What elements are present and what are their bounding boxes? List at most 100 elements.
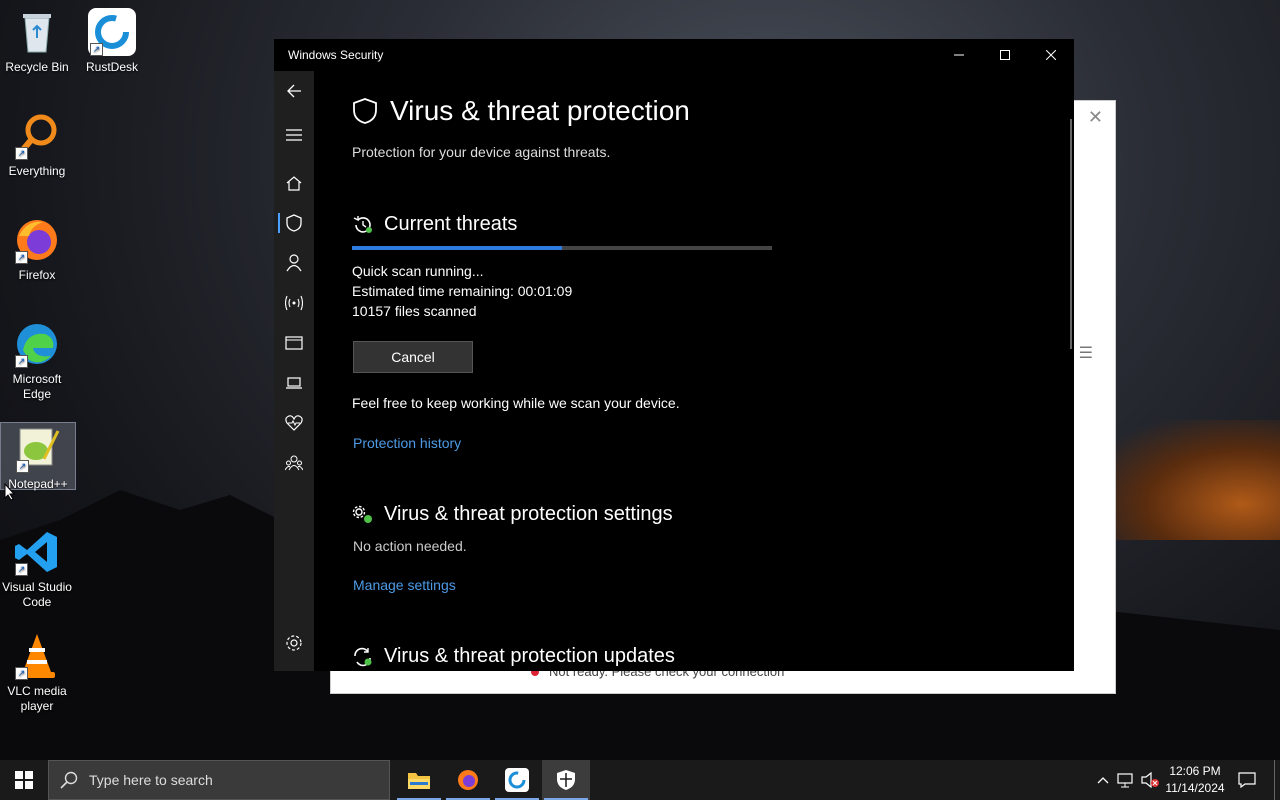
sidebar-item-device-health[interactable]: [274, 405, 314, 441]
close-button[interactable]: [1028, 39, 1074, 71]
vlc-icon: ↗: [13, 632, 61, 680]
desktop-icon-recycle-bin[interactable]: Recycle Bin: [0, 8, 74, 75]
settings-gears-icon: [352, 505, 372, 523]
scan-info-text: Feel free to keep working while we scan …: [352, 395, 680, 411]
laptop-icon: [286, 377, 302, 389]
settings-heading: Virus & threat protection settings: [352, 503, 673, 526]
taskbar-file-explorer[interactable]: [395, 760, 443, 800]
protection-history-link[interactable]: Protection history: [353, 435, 461, 451]
files-scanned-count: 10157: [352, 303, 391, 319]
updates-heading: Virus & threat protection updates: [352, 645, 675, 668]
action-center-button[interactable]: [1234, 760, 1260, 800]
mouse-cursor-icon: [4, 483, 16, 501]
tray-network-button[interactable]: [1116, 760, 1136, 800]
sidebar-item-account[interactable]: [274, 245, 314, 281]
desktop-icon-firefox[interactable]: ↗ Firefox: [0, 216, 74, 283]
sidebar-item-family[interactable]: [274, 445, 314, 481]
settings-status: No action needed.: [353, 538, 467, 554]
minimize-icon: [954, 54, 964, 56]
desktop-icon-rustdesk[interactable]: ↗ RustDesk: [75, 8, 149, 75]
browser-window-icon: [285, 336, 303, 350]
sidebar-item-firewall[interactable]: [274, 285, 314, 321]
hamburger-icon: [286, 129, 302, 141]
title-bar[interactable]: Windows Security: [274, 39, 1074, 71]
files-scanned: 10157 files scanned: [352, 303, 477, 319]
search-icon: [49, 771, 89, 789]
desktop-icon-label: Notepad++: [8, 477, 68, 491]
gear-icon: [286, 635, 302, 651]
recycle-bin-icon: [13, 8, 61, 56]
menu-icon[interactable]: ☰: [1079, 343, 1093, 363]
desktop-icon-label: Visual Studio Code: [2, 580, 72, 609]
desktop-icon-label: VLC media player: [7, 684, 67, 713]
tray-overflow-button[interactable]: [1094, 760, 1112, 800]
taskbar-firefox[interactable]: [444, 760, 492, 800]
sidebar-item-settings[interactable]: [274, 625, 314, 661]
notepad-plus-plus-icon: ↗: [14, 425, 62, 473]
window-title: Windows Security: [288, 48, 384, 62]
shortcut-arrow-icon: ↗: [15, 563, 28, 576]
shortcut-arrow-icon: ↗: [15, 147, 28, 160]
desktop-icon-vscode[interactable]: ↗ Visual Studio Code: [0, 528, 74, 610]
desktop-icon-label: Recycle Bin: [5, 60, 69, 74]
scrollbar[interactable]: [1070, 119, 1072, 349]
desktop-icon-edge[interactable]: ↗ Microsoft Edge: [0, 320, 74, 402]
back-button[interactable]: [274, 73, 314, 109]
clock-date: 11/14/2024: [1165, 781, 1225, 795]
back-arrow-icon: [287, 84, 301, 98]
shortcut-arrow-icon: ↗: [15, 251, 28, 264]
maximize-button[interactable]: [982, 39, 1028, 71]
taskbar-search-box[interactable]: Type here to search: [48, 760, 390, 800]
close-icon: [1046, 50, 1056, 60]
desktop-icon-label: RustDesk: [85, 60, 138, 74]
shield-icon: [557, 770, 575, 790]
scan-progress-fill: [352, 246, 562, 250]
vscode-icon: ↗: [13, 528, 61, 576]
maximize-icon: [1000, 50, 1010, 60]
history-clock-icon: [353, 215, 372, 233]
time-remaining: Estimated time remaining: 00:01:09: [352, 283, 573, 299]
chevron-up-icon: [1097, 777, 1109, 784]
show-desktop-button[interactable]: [1274, 760, 1280, 800]
sidebar-item-app-browser[interactable]: [274, 325, 314, 361]
shield-icon: [353, 98, 377, 124]
manage-settings-link[interactable]: Manage settings: [353, 577, 456, 593]
shortcut-arrow-icon: ↗: [15, 355, 28, 368]
heart-health-icon: [285, 415, 303, 431]
volume-muted-icon: [1141, 772, 1159, 788]
cancel-button[interactable]: Cancel: [353, 341, 473, 373]
notification-icon: [1238, 772, 1256, 788]
desktop-icon-vlc[interactable]: ↗ VLC media player: [0, 632, 74, 714]
shortcut-arrow-icon: ↗: [15, 667, 28, 680]
firefox-icon: [458, 770, 478, 790]
page-title: Virus & threat protection: [352, 95, 690, 127]
sidebar-item-virus-protection[interactable]: [274, 205, 314, 241]
windows-logo-icon: [15, 771, 33, 789]
current-threats-heading: Current threats: [352, 213, 517, 236]
sidebar-item-home[interactable]: [274, 165, 314, 201]
sidebar-item-device-security[interactable]: [274, 365, 314, 401]
desktop-icon-everything[interactable]: ↗ Everything: [0, 112, 74, 179]
rustdesk-icon: [505, 768, 529, 792]
desktop-icon-notepad-plus-plus[interactable]: ↗ Notepad++: [0, 422, 76, 491]
family-icon: [285, 455, 303, 471]
start-button[interactable]: [0, 760, 48, 800]
rustdesk-icon: ↗: [88, 8, 136, 56]
taskbar-clock[interactable]: 12:06 PM 11/14/2024: [1160, 763, 1230, 797]
time-remaining-value: 00:01:09: [517, 283, 573, 299]
search-placeholder: Type here to search: [89, 772, 213, 788]
person-icon: [286, 254, 302, 272]
edge-icon: ↗: [13, 320, 61, 368]
minimize-button[interactable]: [936, 39, 982, 71]
hamburger-menu-button[interactable]: [274, 117, 314, 153]
sidebar-nav: [274, 71, 314, 671]
desktop-icon-label: Firefox: [18, 268, 56, 282]
shield-icon: [286, 214, 302, 232]
refresh-sync-icon: [354, 647, 372, 666]
close-icon[interactable]: ✕: [1088, 107, 1103, 128]
taskbar-rustdesk[interactable]: [493, 760, 541, 800]
tray-volume-button[interactable]: [1140, 760, 1160, 800]
taskbar-windows-security[interactable]: [542, 760, 590, 800]
windows-security-window: Windows Security Virus & threat protecti…: [274, 39, 1074, 671]
scan-status: Quick scan running...: [352, 263, 484, 279]
